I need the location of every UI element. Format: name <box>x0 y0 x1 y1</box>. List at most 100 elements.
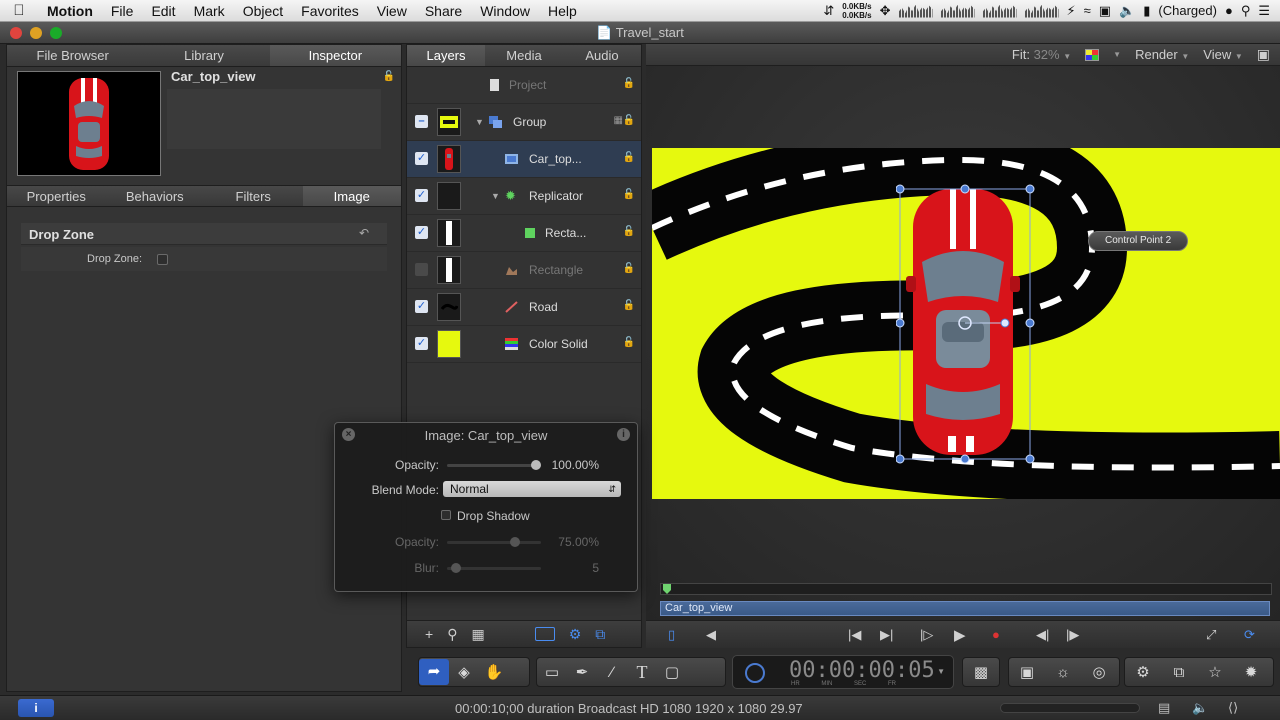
layer-row-replicator[interactable]: ✓ ▼ ✹ Replicator 🔓 <box>407 178 641 215</box>
network-graph-icon[interactable] <box>1024 4 1059 18</box>
tab-audio[interactable]: Audio <box>563 45 641 66</box>
menu-mark[interactable]: Mark <box>185 3 234 19</box>
add-layer-button[interactable]: + <box>425 626 433 642</box>
canvas-area[interactable]: Fit: 32% ▼ ▼ Render ▼ View ▼ ▣ <box>646 44 1280 620</box>
spotlight-search-icon[interactable]: ⚲ <box>1241 3 1251 19</box>
lock-icon[interactable]: 🔓 <box>623 78 635 89</box>
fit-zoom-control[interactable]: Fit: 32% ▼ <box>1012 47 1071 62</box>
drop-zone-section-header[interactable]: Drop Zone ↶ <box>21 223 387 245</box>
blend-mode-select[interactable]: Normal ⇵ <box>443 481 621 497</box>
light-icon[interactable]: ☼ <box>1045 664 1081 681</box>
tab-image[interactable]: Image <box>302 186 401 206</box>
layer-checkbox[interactable]: ✓ <box>415 189 428 202</box>
volume-icon[interactable]: 🔈 <box>1192 700 1208 716</box>
tab-media[interactable]: Media <box>485 45 563 66</box>
opacity-slider-knob[interactable] <box>531 460 541 470</box>
layer-row-car-top-view[interactable]: ✓ Car_top... 🔓 <box>407 141 641 178</box>
layer-row-group[interactable]: – ▼ Group ▦ 🔓 <box>407 104 641 141</box>
tab-layers[interactable]: Layers <box>407 45 485 66</box>
tab-behaviors[interactable]: Behaviors <box>106 186 205 206</box>
filters-icon[interactable]: ⧉ <box>1161 664 1197 681</box>
previous-frame-button[interactable]: ◀| <box>1036 627 1049 643</box>
next-frame-button[interactable]: |▶ <box>1066 627 1079 643</box>
timeline-toggle-icon[interactable]: ▯ <box>668 627 675 643</box>
layer-checkbox[interactable]: ✓ <box>415 300 428 313</box>
layer-row-road[interactable]: ✓ Road 🔓 <box>407 289 641 326</box>
tab-filters[interactable]: Filters <box>204 186 303 206</box>
show-behaviors-gear-icon[interactable]: ⚙ <box>569 626 582 643</box>
camera-icon[interactable]: ▣ <box>1009 663 1045 681</box>
disk-icon[interactable]: ▤ <box>1158 700 1170 716</box>
layer-checkbox[interactable]: ✓ <box>415 226 428 239</box>
lock-icon[interactable]: 🔓 <box>623 115 635 126</box>
record-button[interactable]: ● <box>992 627 1000 642</box>
tab-inspector[interactable]: Inspector <box>269 45 401 66</box>
go-to-end-button[interactable]: ▶| <box>880 627 893 643</box>
tab-file-browser[interactable]: File Browser <box>7 45 138 66</box>
timecode-display[interactable]: 00:00:00:05 HR MIN SEC FR ▼ <box>732 655 954 689</box>
hud-info-icon[interactable]: i <box>617 428 630 441</box>
blur-slider[interactable] <box>447 563 541 573</box>
menu-object[interactable]: Object <box>234 3 292 19</box>
opacity-value[interactable]: 100.00% <box>552 458 599 472</box>
layer-row-color-solid[interactable]: ✓ Color Solid 🔓 <box>407 326 641 363</box>
menu-app-name[interactable]: Motion <box>38 3 102 19</box>
blur-slider-knob[interactable] <box>451 563 462 573</box>
search-icon[interactable]: ⚲ <box>447 626 457 643</box>
reset-icon[interactable]: ↶ <box>359 226 369 240</box>
layer-checkbox[interactable]: ✓ <box>415 337 428 350</box>
notifications-icon[interactable]: ☰ <box>1258 3 1270 19</box>
menu-share[interactable]: Share <box>416 3 471 19</box>
sort-arrows-icon[interactable]: ⇵ <box>823 3 834 19</box>
menu-edit[interactable]: Edit <box>142 3 184 19</box>
display-icon[interactable]: ▣ <box>1099 3 1111 19</box>
fullscreen-icon[interactable]: ⤢ <box>1206 627 1216 643</box>
view-menu[interactable]: View ▼ <box>1203 47 1243 62</box>
memory-graph-icon[interactable] <box>940 4 975 18</box>
mask-tool-icon[interactable]: ▢ <box>657 663 687 681</box>
show-filters-icon[interactable]: ⧉ <box>595 626 605 643</box>
play-range-button[interactable]: |▷ <box>920 627 933 643</box>
group-checkbox[interactable]: – <box>415 115 428 128</box>
move-icon[interactable]: ✥ <box>880 3 891 19</box>
chevron-down-icon[interactable]: ▼ <box>937 667 945 676</box>
mini-timeline[interactable] <box>660 583 1272 595</box>
pan-hand-tool-icon[interactable]: ✋ <box>479 663 509 681</box>
wifi-icon[interactable]: ≈ <box>1084 3 1091 18</box>
bolt-icon[interactable]: ⚡ <box>1067 3 1076 19</box>
bezier-pen-tool-icon[interactable]: ✒ <box>567 663 597 681</box>
paint-brush-tool-icon[interactable]: ∕ <box>597 664 627 681</box>
timeline-clip-bar[interactable]: Car_top_view <box>660 601 1270 616</box>
battery-icon[interactable]: ▮ <box>1143 3 1150 19</box>
show-masks-button[interactable] <box>534 627 555 641</box>
layer-checkbox[interactable] <box>415 263 428 276</box>
menu-view[interactable]: View <box>368 3 416 19</box>
drop-shadow-checkbox[interactable] <box>441 510 451 520</box>
menu-help[interactable]: Help <box>539 3 586 19</box>
safe-zones-icon[interactable]: ▩ <box>963 663 999 681</box>
generator-icon[interactable]: ◎ <box>1081 663 1117 681</box>
audio-toggle-icon[interactable]: ◀ <box>706 627 716 643</box>
lock-icon[interactable]: 🔓 <box>383 71 395 82</box>
lock-icon[interactable]: 🔓 <box>623 152 635 163</box>
share-icon[interactable]: ☆ <box>1197 663 1233 681</box>
layer-row-project[interactable]: Project 🔓 <box>407 67 641 104</box>
network-monitor[interactable]: 0.0KB/s 0.0KB/s <box>842 2 871 20</box>
disclosure-triangle-icon[interactable]: ▼ <box>475 117 484 127</box>
layer-row-rectangle[interactable]: Rectangle 🔓 <box>407 252 641 289</box>
zoom-slider[interactable] <box>1000 703 1140 713</box>
thumbnail-toggle-icon[interactable]: ▦ <box>471 626 484 643</box>
info-button[interactable]: i <box>18 699 54 717</box>
selection-bounding-box[interactable] <box>896 184 1036 464</box>
tab-library[interactable]: Library <box>138 45 269 66</box>
layout-toggle-icon[interactable]: ▣ <box>1257 46 1270 63</box>
lock-icon[interactable]: 🔓 <box>623 189 635 200</box>
play-button[interactable]: ▶ <box>954 626 966 644</box>
anchor-point-tool-icon[interactable]: ◈ <box>449 663 479 681</box>
blur-value[interactable]: 5 <box>592 561 599 575</box>
lock-icon[interactable]: 🔓 <box>623 337 635 348</box>
tab-properties[interactable]: Properties <box>7 186 106 206</box>
cpu-graph-icon[interactable] <box>898 4 933 18</box>
menu-favorites[interactable]: Favorites <box>292 3 368 19</box>
playhead-icon[interactable] <box>663 584 671 594</box>
